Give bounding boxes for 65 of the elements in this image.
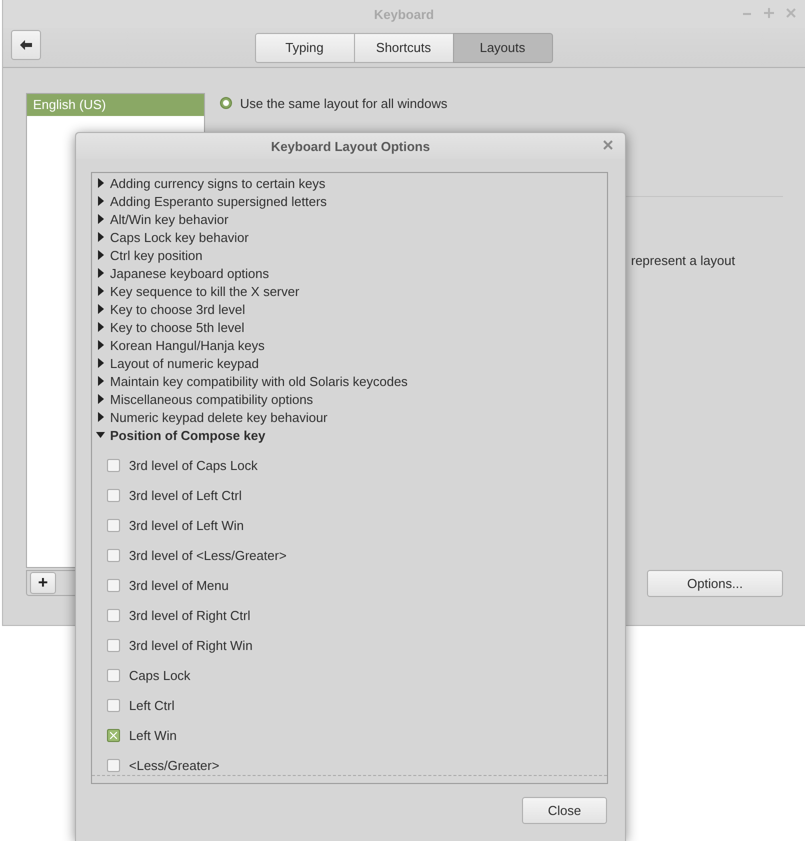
checkbox-label: 3rd level of <Less/Greater>: [129, 548, 287, 562]
back-arrow-icon: [20, 40, 32, 50]
option-group[interactable]: Key to choose 5th level: [110, 320, 244, 334]
expand-triangle-icon[interactable]: [96, 250, 105, 260]
option-group[interactable]: Maintain key compatibility with old Solaris keycodes: [110, 374, 408, 388]
checkbox[interactable]: [107, 608, 120, 622]
checkbox-label: 3rd level of Left Ctrl: [129, 488, 242, 502]
checkbox[interactable]: [107, 458, 120, 472]
expand-triangle-icon[interactable]: [96, 268, 105, 278]
checkbox[interactable]: [107, 728, 120, 742]
checkbox[interactable]: [107, 668, 120, 682]
expand-triangle-icon[interactable]: [96, 322, 105, 332]
option-group[interactable]: Key to choose 3rd level: [110, 302, 246, 316]
checkbox[interactable]: [107, 638, 120, 652]
hint-text: represent a layout: [631, 253, 736, 268]
option-group[interactable]: Numeric keypad delete key behaviour: [110, 410, 328, 424]
close-button[interactable]: Close: [522, 797, 607, 824]
checkbox-label: Caps Lock: [129, 668, 190, 682]
expand-triangle-icon[interactable]: [96, 232, 105, 242]
add-button[interactable]: +: [30, 572, 56, 594]
collapse-triangle-icon[interactable]: [96, 430, 105, 440]
option-group[interactable]: Position of Compose key: [110, 428, 266, 442]
checkbox-label: 3rd level of Caps Lock: [129, 458, 258, 472]
option-group[interactable]: Adding Esperanto supersigned letters: [110, 194, 327, 208]
tab[interactable]: Layouts: [452, 32, 552, 62]
option-group[interactable]: Ctrl key position: [110, 248, 202, 262]
option-group[interactable]: Adding currency signs to certain keys: [110, 176, 326, 190]
expand-triangle-icon[interactable]: [96, 340, 105, 350]
radio-label: Use the same layout for all windows: [240, 96, 448, 110]
checkbox[interactable]: [107, 488, 120, 502]
checkbox[interactable]: [107, 518, 120, 532]
option-group[interactable]: Alt/Win key behavior: [110, 212, 228, 226]
checkbox-label: 3rd level of Menu: [129, 578, 229, 592]
option-group[interactable]: Caps Lock key behavior: [110, 230, 249, 244]
checkbox-label: Left Ctrl: [129, 698, 175, 712]
checkbox-label: Left Win: [129, 728, 177, 742]
checkbox[interactable]: [107, 698, 120, 712]
dialog-title: Keyboard Layout Options: [271, 138, 430, 154]
radio-button[interactable]: [220, 97, 232, 109]
expand-triangle-icon[interactable]: [96, 178, 105, 188]
expand-triangle-icon[interactable]: [96, 214, 105, 224]
options-button[interactable]: Options...: [647, 570, 783, 597]
tab[interactable]: Shortcuts: [354, 32, 454, 62]
checkbox[interactable]: [107, 758, 120, 772]
option-group[interactable]: Miscellaneous compatibility options: [110, 392, 314, 406]
expand-triangle-icon[interactable]: [96, 196, 105, 206]
expand-triangle-icon[interactable]: [96, 412, 105, 422]
expand-triangle-icon[interactable]: [96, 304, 105, 314]
expand-triangle-icon[interactable]: [96, 394, 105, 404]
checkbox-label: 3rd level of Left Win: [129, 518, 244, 532]
close-icon[interactable]: [603, 140, 613, 150]
option-group[interactable]: Layout of numeric keypad: [110, 356, 259, 370]
back-button[interactable]: [11, 30, 41, 60]
checkbox-label: <Less/Greater>: [129, 758, 220, 772]
expand-triangle-icon[interactable]: [96, 376, 105, 386]
option-group[interactable]: Key sequence to kill the X server: [110, 284, 300, 298]
checkbox-label: 3rd level of Right Win: [129, 638, 253, 652]
tab[interactable]: Typing: [254, 32, 354, 62]
checkbox-label: 3rd level of Right Ctrl: [129, 608, 250, 622]
checkbox[interactable]: [107, 548, 120, 562]
expand-triangle-icon[interactable]: [96, 286, 105, 296]
option-group[interactable]: Japanese keyboard options: [110, 266, 270, 280]
expand-triangle-icon[interactable]: [96, 358, 105, 368]
option-group[interactable]: Korean Hangul/Hanja keys: [110, 338, 265, 352]
checkbox[interactable]: [107, 578, 120, 592]
